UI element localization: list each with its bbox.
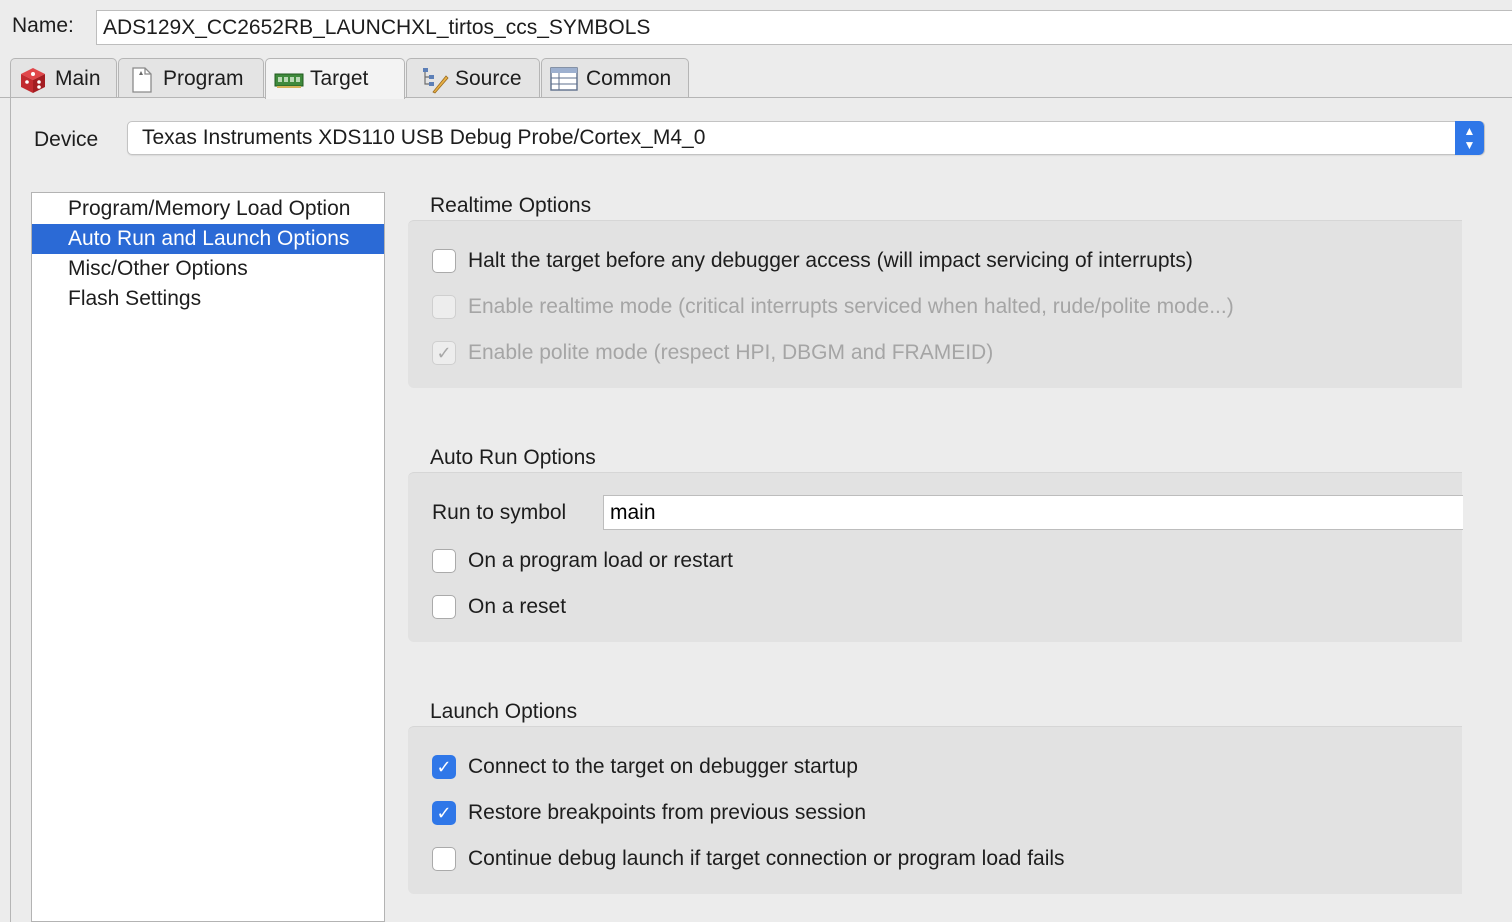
tab-common[interactable]: Common	[541, 58, 689, 98]
tab-target[interactable]: Target	[265, 58, 405, 99]
chevron-updown-icon[interactable]: ▲ ▼	[1455, 121, 1484, 155]
continue-launch-option[interactable]: Continue debug launch if target connecti…	[432, 847, 1065, 871]
autorun-group: Run to symbol On a program load or resta…	[408, 472, 1463, 642]
category-list: Program/Memory Load Option Auto Run and …	[31, 192, 385, 922]
category-item-program-memory[interactable]: Program/Memory Load Option	[32, 194, 384, 224]
device-value: Texas Instruments XDS110 USB Debug Probe…	[142, 126, 706, 149]
halt-target-option[interactable]: Halt the target before any debugger acce…	[432, 249, 1193, 273]
program-file-icon	[127, 66, 155, 93]
tab-label: Main	[55, 66, 101, 90]
realtime-group: Halt the target before any debugger acce…	[408, 220, 1462, 388]
common-table-icon	[550, 66, 578, 92]
realtime-mode-option[interactable]: Enable realtime mode (critical interrupt…	[432, 295, 1234, 319]
source-tree-icon	[419, 66, 449, 93]
checkbox[interactable]	[432, 847, 456, 871]
device-select[interactable]: Texas Instruments XDS110 USB Debug Probe…	[127, 121, 1485, 155]
checkbox[interactable]: ✓	[432, 801, 456, 825]
tab-bar: Main Program Target Source Common	[10, 58, 1512, 99]
checkbox[interactable]: ✓	[432, 755, 456, 779]
connect-on-startup-option[interactable]: ✓ Connect to the target on debugger star…	[432, 755, 858, 779]
realtime-section-title: Realtime Options	[430, 194, 592, 217]
autorun-section-title: Auto Run Options	[430, 446, 596, 469]
checkbox[interactable]	[432, 249, 456, 273]
checkbox[interactable]	[432, 549, 456, 573]
category-item-misc[interactable]: Misc/Other Options	[32, 254, 384, 284]
tab-source[interactable]: Source	[406, 58, 540, 98]
checkbox[interactable]	[432, 595, 456, 619]
main-cube-icon	[19, 66, 47, 93]
option-label: Continue debug launch if target connecti…	[468, 847, 1065, 870]
option-label: On a reset	[468, 595, 567, 618]
run-to-symbol-label: Run to symbol	[432, 501, 567, 524]
option-label: Enable realtime mode (critical interrupt…	[468, 295, 1234, 318]
option-label: Enable polite mode (respect HPI, DBGM an…	[468, 341, 994, 364]
target-board-icon	[274, 66, 304, 92]
name-label: Name:	[12, 14, 74, 37]
polite-mode-option[interactable]: ✓ Enable polite mode (respect HPI, DBGM …	[432, 341, 993, 365]
run-to-symbol-input[interactable]	[603, 495, 1463, 530]
option-label: Connect to the target on debugger startu…	[468, 755, 858, 778]
tab-label: Target	[310, 67, 369, 90]
reset-option[interactable]: On a reset	[432, 595, 566, 619]
launch-group: ✓ Connect to the target on debugger star…	[408, 726, 1462, 894]
name-row: Name:	[0, 0, 1512, 56]
checkbox[interactable]: ✓	[432, 341, 456, 365]
option-label: Restore breakpoints from previous sessio…	[468, 801, 867, 824]
launch-section-title: Launch Options	[430, 700, 578, 723]
option-label: On a program load or restart	[468, 549, 733, 572]
category-item-auto-run[interactable]: Auto Run and Launch Options	[32, 224, 384, 254]
option-label: Halt the target before any debugger acce…	[468, 249, 1193, 272]
checkbox[interactable]	[432, 295, 456, 319]
category-item-flash[interactable]: Flash Settings	[32, 284, 384, 314]
tab-program[interactable]: Program	[118, 58, 264, 98]
device-label: Device	[34, 128, 99, 151]
name-field[interactable]	[96, 10, 1512, 45]
tab-main[interactable]: Main	[10, 58, 117, 98]
tab-label: Program	[163, 66, 244, 90]
restore-breakpoints-option[interactable]: ✓ Restore breakpoints from previous sess…	[432, 801, 866, 825]
program-load-option[interactable]: On a program load or restart	[432, 549, 733, 573]
tab-label: Source	[455, 66, 522, 90]
tab-label: Common	[586, 66, 672, 90]
